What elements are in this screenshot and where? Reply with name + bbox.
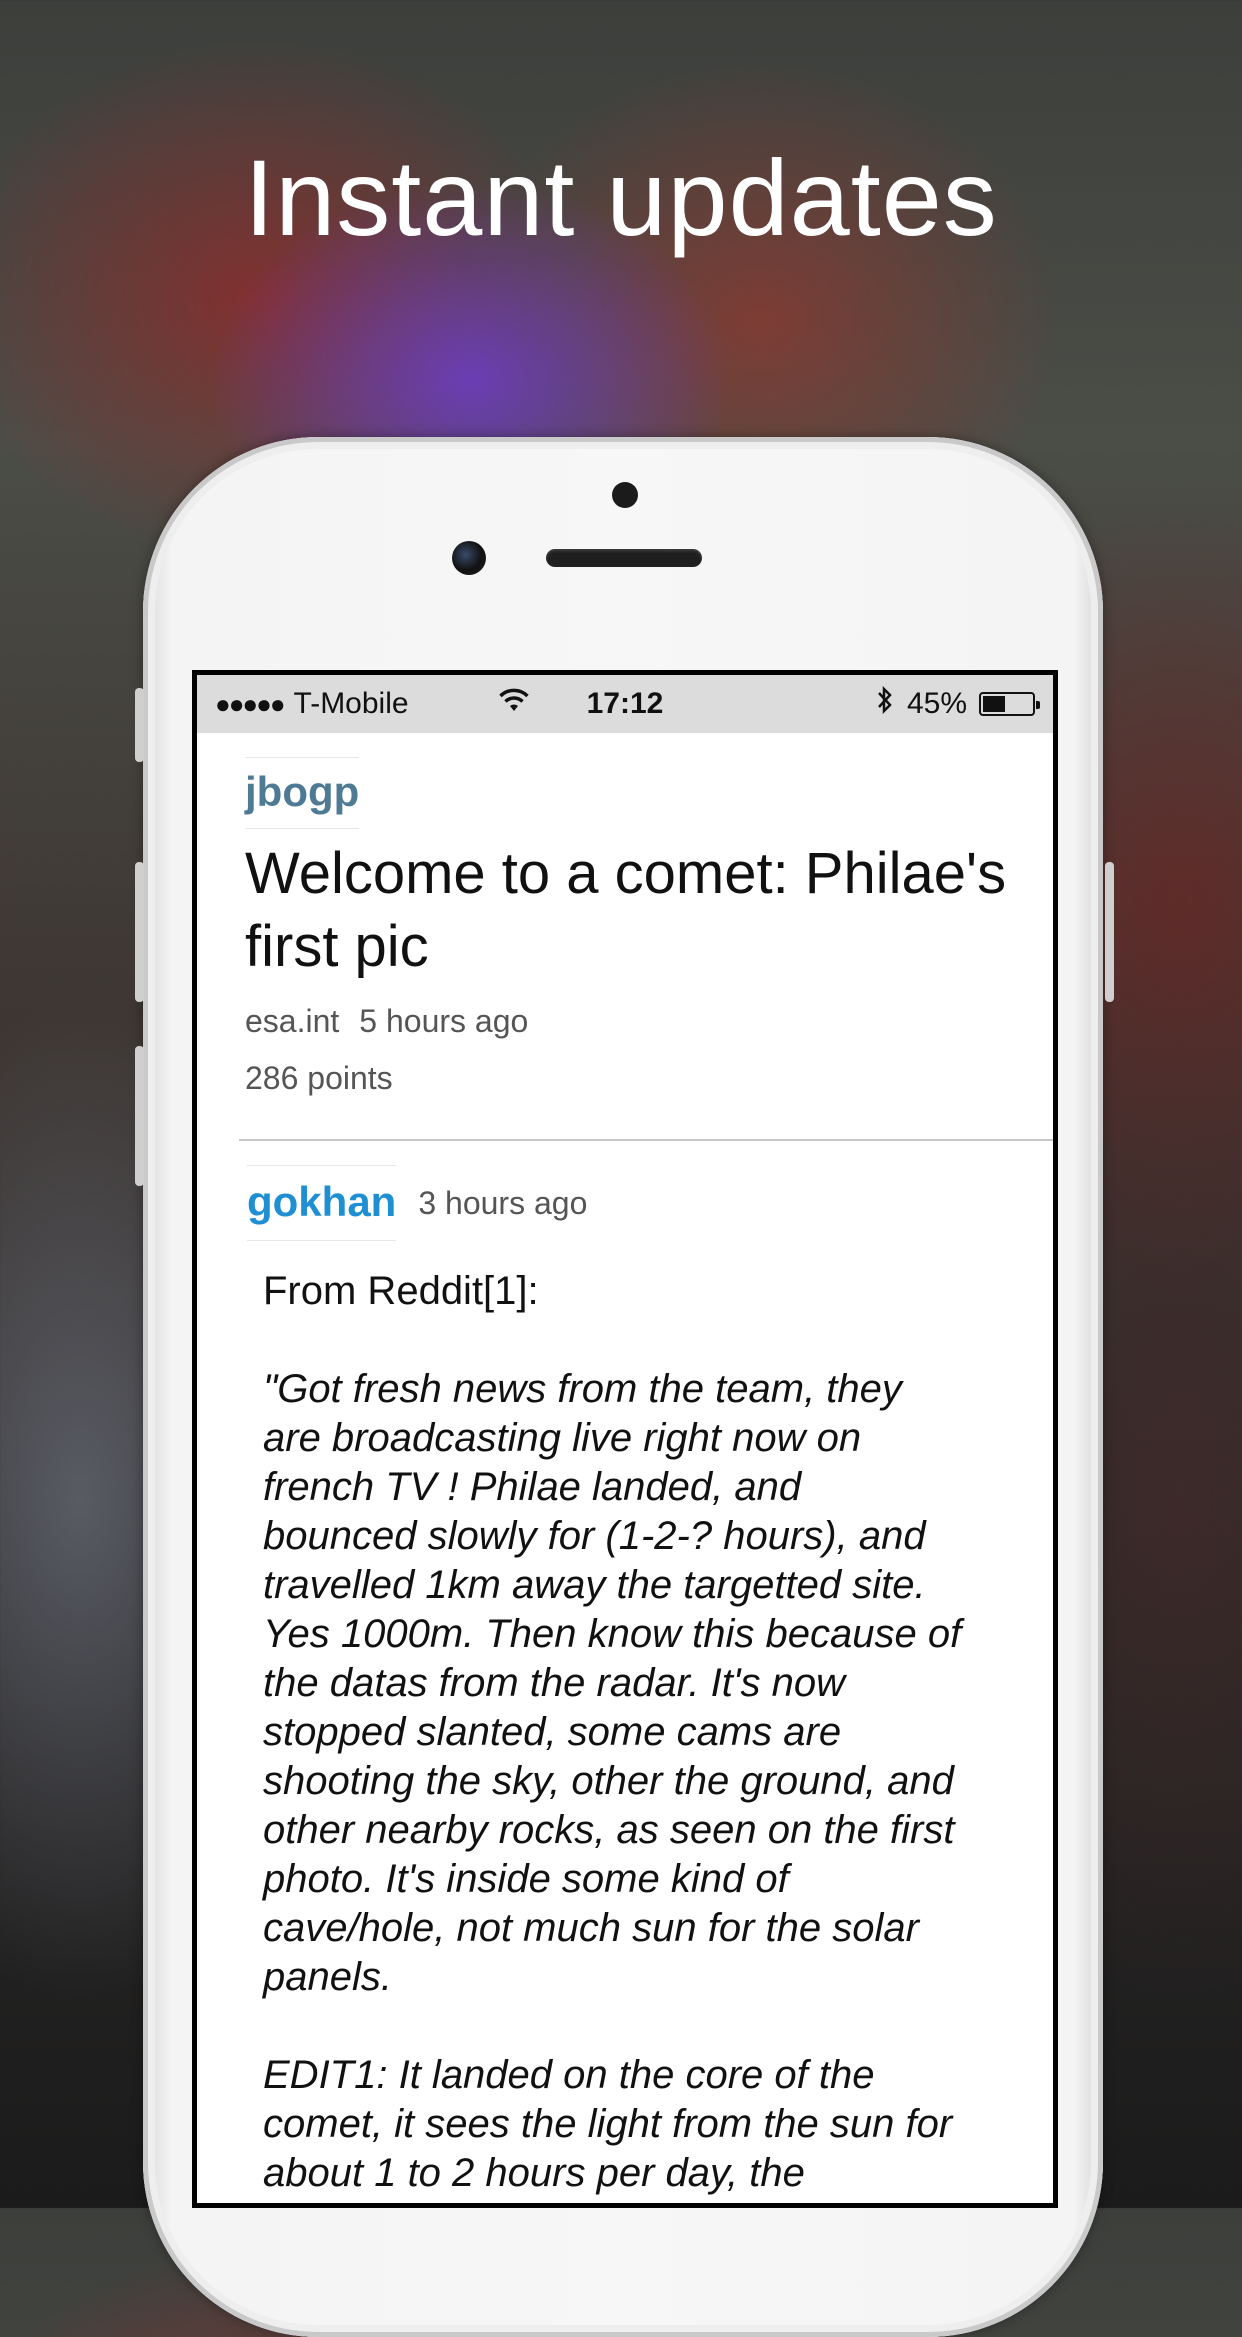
battery-icon (979, 692, 1040, 716)
battery-tip (1036, 701, 1040, 709)
story-points: 286 points (245, 1060, 393, 1096)
volume-down-button (135, 1046, 144, 1186)
story-author[interactable]: jbogp (245, 768, 359, 815)
comment-author-box: gokhan (247, 1165, 397, 1241)
proximity-sensor (612, 482, 638, 508)
comment-header: gokhan 3 hours ago (247, 1165, 1053, 1241)
battery-level (983, 696, 1005, 712)
comment-time: 3 hours ago (418, 1184, 588, 1221)
front-camera (452, 541, 486, 575)
bluetooth-icon (875, 684, 895, 724)
comment-edit: EDIT1: It landed on the core of the come… (263, 2053, 953, 2195)
comment-quote: "Got fresh news from the team, they are … (263, 1367, 962, 1999)
comment-body: From Reddit[1]: "Got fresh news from the… (247, 1241, 963, 2198)
story-time: 5 hours ago (359, 1003, 529, 1039)
story-domain[interactable]: esa.int (245, 1003, 339, 1039)
comment-intro: From Reddit[1]: (263, 1269, 539, 1313)
silent-switch (135, 688, 144, 762)
story-meta: esa.int 5 hours ago (245, 1003, 1053, 1040)
story-header: jbogp Welcome to a comet: Philae's first… (197, 733, 1053, 1097)
phone-screen: ●●●●● T-Mobile 17:12 45% jbogp Welcome t… (192, 670, 1058, 2208)
earpiece-speaker (546, 549, 702, 567)
status-right: 45% (875, 684, 1040, 724)
comment: gokhan 3 hours ago From Reddit[1]: "Got … (197, 1165, 1053, 2198)
volume-up-button (135, 862, 144, 1002)
headline: Instant updates (244, 137, 998, 258)
story-title[interactable]: Welcome to a comet: Philae's first pic (245, 837, 1053, 983)
status-bar: ●●●●● T-Mobile 17:12 45% (197, 675, 1053, 733)
story-author-box: jbogp (245, 757, 360, 829)
battery-percent: 45% (906, 687, 967, 720)
app-content[interactable]: ●●●●● T-Mobile 17:12 45% jbogp Welcome t… (197, 675, 1053, 2203)
comment-author[interactable]: gokhan (247, 1178, 396, 1225)
power-button (1105, 862, 1114, 1002)
divider (239, 1139, 1053, 1141)
